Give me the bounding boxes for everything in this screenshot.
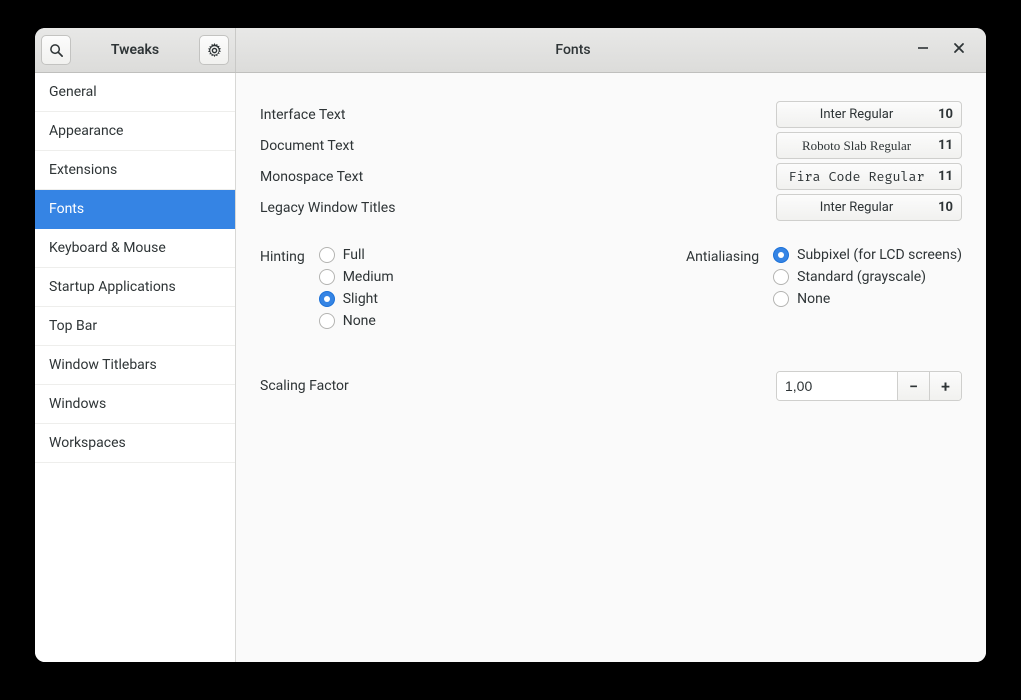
radio-section: Hinting Full Medium Slight None Antialiasin… <box>260 247 962 329</box>
sidebar-item-keyboard-mouse[interactable]: Keyboard & Mouse <box>35 229 235 268</box>
scaling-increase-button[interactable]: + <box>929 372 961 400</box>
sidebar: General Appearance Extensions Fonts Keyboard… <box>35 73 236 662</box>
scaling-label: Scaling Factor <box>260 378 349 394</box>
font-row: Document Text Roboto Slab Regular 11 <box>260 130 962 161</box>
font-size: 11 <box>938 138 953 153</box>
radio-button[interactable] <box>773 247 789 263</box>
sidebar-item-label: Windows <box>49 396 106 412</box>
hinting-group: Hinting Full Medium Slight None <box>260 247 394 329</box>
close-button[interactable] <box>950 41 968 59</box>
radio-button[interactable] <box>319 269 335 285</box>
font-chooser-button[interactable]: Inter Regular 10 <box>776 101 962 128</box>
scaling-row: Scaling Factor − + <box>260 371 962 401</box>
titlebar-right: Fonts <box>236 28 986 72</box>
sidebar-item-top-bar[interactable]: Top Bar <box>35 307 235 346</box>
search-icon <box>49 43 64 58</box>
window-controls <box>904 41 980 59</box>
minimize-button[interactable] <box>914 41 932 59</box>
plus-icon: + <box>941 377 950 396</box>
font-name: Inter Regular <box>785 107 928 122</box>
font-name: Fira Code Regular <box>785 169 928 185</box>
font-row: Interface Text Inter Regular 10 <box>260 99 962 130</box>
radio-label: Slight <box>343 291 378 307</box>
radio-option[interactable]: None <box>319 313 394 329</box>
font-row-label: Interface Text <box>260 107 345 123</box>
sidebar-item-windows[interactable]: Windows <box>35 385 235 424</box>
minus-icon: − <box>909 377 918 396</box>
scaling-input[interactable] <box>777 372 897 400</box>
radio-option[interactable]: Standard (grayscale) <box>773 269 962 285</box>
sidebar-item-startup-applications[interactable]: Startup Applications <box>35 268 235 307</box>
radio-label: Subpixel (for LCD screens) <box>797 247 962 263</box>
sidebar-item-fonts[interactable]: Fonts <box>35 190 235 229</box>
antialiasing-label: Antialiasing <box>686 247 759 265</box>
sidebar-item-workspaces[interactable]: Workspaces <box>35 424 235 463</box>
sidebar-item-label: Extensions <box>49 162 117 178</box>
font-name: Roboto Slab Regular <box>785 138 928 154</box>
radio-button[interactable] <box>773 269 789 285</box>
minimize-icon <box>917 42 929 58</box>
sidebar-item-general[interactable]: General <box>35 73 235 112</box>
sidebar-item-label: Keyboard & Mouse <box>49 240 166 256</box>
hinting-label: Hinting <box>260 247 305 265</box>
close-icon <box>953 42 965 58</box>
sidebar-item-label: Fonts <box>49 201 84 217</box>
radio-label: None <box>343 313 376 329</box>
font-row-label: Monospace Text <box>260 169 363 185</box>
sidebar-item-label: Workspaces <box>49 435 126 451</box>
sidebar-item-label: Top Bar <box>49 318 97 334</box>
font-row-label: Document Text <box>260 138 354 154</box>
radio-option[interactable]: Subpixel (for LCD screens) <box>773 247 962 263</box>
scaling-spinbutton: − + <box>776 371 962 401</box>
radio-button[interactable] <box>319 291 335 307</box>
font-size: 10 <box>938 107 953 122</box>
content: Interface Text Inter Regular 10 Document Te… <box>236 73 986 662</box>
font-settings: Interface Text Inter Regular 10 Document Te… <box>260 99 962 223</box>
sidebar-title: Tweaks <box>77 42 193 58</box>
sidebar-item-label: Appearance <box>49 123 123 139</box>
sidebar-item-label: Startup Applications <box>49 279 176 295</box>
sidebar-item-appearance[interactable]: Appearance <box>35 112 235 151</box>
radio-option[interactable]: None <box>773 291 962 307</box>
titlebar: Tweaks Fonts <box>35 28 986 73</box>
radio-label: Standard (grayscale) <box>797 269 926 285</box>
font-row-label: Legacy Window Titles <box>260 200 395 216</box>
sidebar-item-extensions[interactable]: Extensions <box>35 151 235 190</box>
radio-label: Full <box>343 247 365 263</box>
radio-label: None <box>797 291 830 307</box>
radio-option[interactable]: Medium <box>319 269 394 285</box>
font-name: Inter Regular <box>785 200 928 215</box>
gear-icon <box>207 43 222 58</box>
font-size: 11 <box>938 169 953 184</box>
search-button[interactable] <box>41 35 71 65</box>
font-size: 10 <box>938 200 953 215</box>
radio-button[interactable] <box>319 313 335 329</box>
body: General Appearance Extensions Fonts Keyboard… <box>35 73 986 662</box>
titlebar-left: Tweaks <box>35 28 236 72</box>
hinting-options: Full Medium Slight None <box>319 247 394 329</box>
font-chooser-button[interactable]: Inter Regular 10 <box>776 194 962 221</box>
antialiasing-options: Subpixel (for LCD screens) Standard (gray… <box>773 247 962 307</box>
radio-button[interactable] <box>773 291 789 307</box>
antialiasing-group: Antialiasing Subpixel (for LCD screens)S… <box>686 247 962 329</box>
sidebar-item-label: General <box>49 84 97 100</box>
radio-button[interactable] <box>319 247 335 263</box>
radio-option[interactable]: Full <box>319 247 394 263</box>
radio-option[interactable]: Slight <box>319 291 394 307</box>
font-chooser-button[interactable]: Roboto Slab Regular 11 <box>776 132 962 159</box>
sidebar-item-window-titlebars[interactable]: Window Titlebars <box>35 346 235 385</box>
app-window: Tweaks Fonts <box>35 28 986 662</box>
menu-button[interactable] <box>199 35 229 65</box>
radio-label: Medium <box>343 269 394 285</box>
scaling-decrease-button[interactable]: − <box>897 372 929 400</box>
page-title: Fonts <box>242 42 904 58</box>
font-row: Monospace Text Fira Code Regular 11 <box>260 161 962 192</box>
font-row: Legacy Window Titles Inter Regular 10 <box>260 192 962 223</box>
sidebar-item-label: Window Titlebars <box>49 357 157 373</box>
font-chooser-button[interactable]: Fira Code Regular 11 <box>776 163 962 190</box>
